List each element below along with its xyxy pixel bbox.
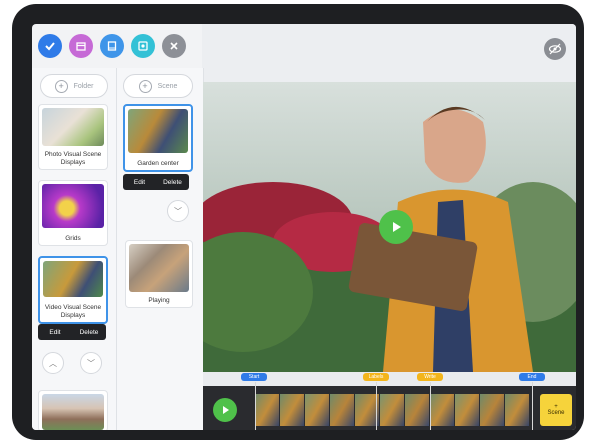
play-icon[interactable] bbox=[379, 210, 413, 244]
scene-thumbnail bbox=[128, 109, 188, 153]
plus-icon: + bbox=[54, 79, 68, 93]
folder-edit-bar: Edit Delete bbox=[38, 324, 106, 340]
calendar-icon[interactable] bbox=[69, 34, 93, 58]
add-scene-label: Scene bbox=[157, 82, 178, 90]
plus-icon: + bbox=[138, 79, 152, 93]
close-icon[interactable] bbox=[162, 34, 186, 58]
chevron-up-icon: ︿ bbox=[49, 358, 57, 368]
folder-card-video-vsd[interactable]: Video Visual Scene Displays bbox=[38, 256, 108, 324]
chevron-down-icon: ﹀ bbox=[174, 206, 182, 216]
timeline-marker[interactable]: Labels bbox=[363, 373, 389, 381]
scene-column: + Scene Garden center Edit Delete ﹀ Play… bbox=[117, 68, 204, 430]
timeline-divider bbox=[255, 382, 256, 430]
chevron-down-icon: ﹀ bbox=[87, 358, 95, 368]
check-icon[interactable] bbox=[38, 34, 62, 58]
folder-label: Photo Visual Scene Displays bbox=[44, 151, 102, 166]
toolbar bbox=[32, 24, 228, 68]
scene-card-playing[interactable]: Playing bbox=[125, 240, 193, 308]
timeline-marker[interactable]: End bbox=[519, 373, 545, 381]
scene-edit-bar: Edit Delete bbox=[123, 174, 189, 190]
timeline-divider bbox=[376, 382, 377, 430]
video-filmstrip[interactable] bbox=[255, 394, 530, 426]
folder-delete-button[interactable]: Delete bbox=[72, 324, 106, 340]
scene-thumbnail bbox=[129, 244, 189, 292]
tablet-frame: + Folder Photo Visual Scene Displays Gri… bbox=[12, 4, 584, 440]
add-scene-timeline-button[interactable]: + Scene bbox=[540, 394, 572, 426]
timeline-marker[interactable]: Start bbox=[241, 373, 267, 381]
folder-thumbnail bbox=[42, 108, 104, 146]
gallery-icon[interactable] bbox=[131, 34, 155, 58]
folder-card-grids[interactable]: Grids bbox=[38, 180, 108, 246]
timeline-play-icon[interactable] bbox=[213, 398, 237, 422]
folder-column: + Folder Photo Visual Scene Displays Gri… bbox=[32, 68, 117, 430]
timeline-divider bbox=[532, 382, 533, 430]
move-down-button[interactable]: ﹀ bbox=[80, 352, 102, 374]
scene-card-garden-center[interactable]: Garden center bbox=[123, 104, 193, 172]
scene-label: Playing bbox=[148, 297, 170, 304]
add-folder-button[interactable]: + Folder bbox=[40, 74, 108, 98]
folder-thumbnail bbox=[42, 394, 104, 430]
move-up-button[interactable]: ︿ bbox=[42, 352, 64, 374]
timeline-marker[interactable]: Write bbox=[417, 373, 443, 381]
scene-edit-button[interactable]: Edit bbox=[123, 174, 156, 190]
timeline-divider bbox=[430, 382, 431, 430]
top-bar bbox=[202, 24, 576, 82]
app-screen: + Folder Photo Visual Scene Displays Gri… bbox=[32, 24, 576, 430]
folder-label: Video Visual Scene Displays bbox=[44, 304, 102, 319]
scene-photo[interactable] bbox=[203, 82, 576, 372]
folder-card-partial[interactable] bbox=[38, 390, 108, 430]
scene-delete-button[interactable]: Delete bbox=[156, 174, 189, 190]
scene-move-down-button[interactable]: ﹀ bbox=[167, 200, 189, 222]
folder-thumbnail bbox=[42, 184, 104, 228]
book-icon[interactable] bbox=[100, 34, 124, 58]
scene-button-label: Scene bbox=[547, 410, 565, 416]
timeline: Start Labels Write End + Scene bbox=[203, 372, 576, 430]
eye-off-icon[interactable] bbox=[544, 38, 566, 60]
folder-thumbnail bbox=[43, 261, 103, 297]
scene-label: Garden center bbox=[137, 160, 179, 167]
folder-edit-button[interactable]: Edit bbox=[38, 324, 72, 340]
add-scene-button[interactable]: + Scene bbox=[123, 74, 193, 98]
folder-label: Grids bbox=[65, 235, 81, 242]
add-folder-label: Folder bbox=[73, 82, 94, 90]
folder-card-photo-vsd[interactable]: Photo Visual Scene Displays bbox=[38, 104, 108, 170]
